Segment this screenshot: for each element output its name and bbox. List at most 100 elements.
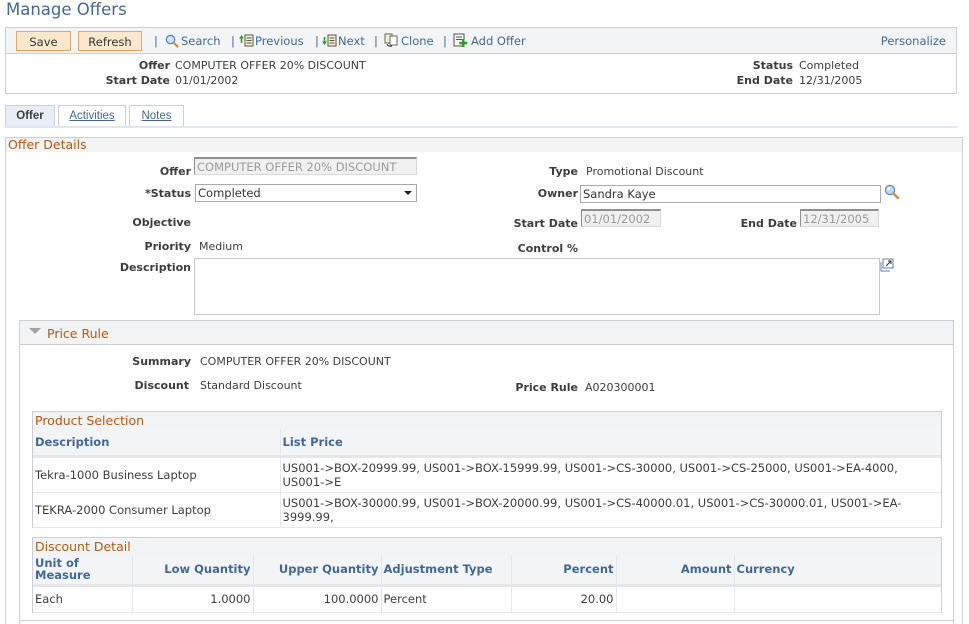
add-offer-link[interactable]: Add Offer	[453, 33, 526, 49]
price-rule-title[interactable]: Price Rule	[47, 327, 109, 341]
product-selection-title: Product Selection	[33, 412, 941, 429]
offer-details-title: Offer Details	[8, 137, 87, 152]
status-dropdown[interactable]: Completed	[195, 184, 417, 202]
refresh-button[interactable]: Refresh	[78, 31, 142, 51]
offer-label: Offer	[159, 165, 191, 178]
tab-activities[interactable]: Activities	[58, 105, 126, 127]
start-date-label: Start Date	[513, 217, 578, 230]
description-label: Description	[119, 261, 191, 274]
priority-value: Medium	[199, 240, 243, 253]
product-list-price-cell: US001->BOX-30000.99, US001->BOX-20000.99…	[280, 492, 941, 528]
add-offer-label: Add Offer	[471, 34, 526, 48]
discount-value: Standard Discount	[200, 379, 302, 392]
priority-label: Priority	[144, 240, 191, 253]
column-header-unit-of-measure[interactable]: Unit of Measure	[33, 555, 133, 587]
status-label: *Status	[145, 187, 191, 200]
price-rule-id-value: A020300001	[585, 381, 656, 394]
objective-label: Objective	[132, 216, 191, 229]
previous-link[interactable]: Previous	[239, 33, 304, 49]
table-header-row: Unit of Measure Low Quantity Upper Quant…	[33, 555, 941, 587]
column-header-percent[interactable]: Percent	[511, 555, 617, 587]
toolbar: Save Refresh | Search | Previous | Next …	[5, 27, 957, 54]
product-selection-table: Description List Price Tekra-1000 Busine…	[33, 429, 941, 528]
expand-textarea-icon[interactable]	[880, 258, 895, 272]
toolbar-separator: |	[315, 34, 319, 48]
personalize-link[interactable]: Personalize	[881, 33, 946, 49]
table-row: Tekra-1000 Business Laptop US001->BOX-20…	[33, 456, 941, 493]
discount-detail-table: Unit of Measure Low Quantity Upper Quant…	[33, 555, 941, 613]
previous-arrow-icon	[239, 34, 254, 47]
lookup-search-icon[interactable]	[884, 184, 900, 200]
clone-icon	[384, 33, 398, 47]
summary-offer-label: Offer	[138, 59, 170, 72]
table-row: Each 1.0000 100.0000 Percent 20.00	[33, 585, 941, 613]
collapse-triangle-icon[interactable]	[29, 328, 41, 334]
column-header-adjustment-type[interactable]: Adjustment Type	[381, 555, 512, 587]
table-row: TEKRA-2000 Consumer Laptop US001->BOX-30…	[33, 492, 941, 528]
toolbar-separator: |	[374, 34, 378, 48]
control-percent-label: Control %	[517, 242, 578, 255]
toolbar-separator: |	[443, 34, 447, 48]
price-rule-id-label: Price Rule	[515, 381, 578, 394]
summary-start-date-label: Start Date	[105, 74, 170, 87]
product-description-cell: TEKRA-2000 Consumer Laptop	[33, 492, 281, 528]
description-textarea[interactable]	[194, 258, 880, 315]
discount-detail-grid: Discount Detail Unit of Measure Low Quan…	[32, 537, 942, 613]
summary-status-label: Status	[752, 59, 793, 72]
next-arrow-icon	[322, 34, 337, 47]
toolbar-separator: |	[231, 34, 235, 48]
search-icon	[165, 34, 179, 48]
column-header-low-quantity[interactable]: Low Quantity	[132, 555, 254, 587]
offer-field[interactable]: COMPUTER OFFER 20% DISCOUNT	[194, 157, 417, 175]
next-link[interactable]: Next	[322, 33, 365, 49]
summary-status-value: Completed	[799, 59, 859, 72]
type-label: Type	[549, 165, 578, 178]
price-rule-bottom-border	[20, 620, 953, 621]
clone-link[interactable]: Clone	[384, 33, 434, 49]
price-rule-header[interactable]	[20, 321, 953, 345]
discount-label: Discount	[134, 379, 189, 392]
end-date-label: End Date	[740, 217, 797, 230]
summary-start-date-value: 01/01/2002	[175, 74, 239, 87]
tab-underline	[5, 126, 957, 128]
column-header-amount[interactable]: Amount	[616, 555, 735, 587]
column-header-currency[interactable]: Currency	[734, 555, 941, 587]
chevron-down-icon	[404, 191, 412, 195]
unit-cell: Each	[33, 585, 133, 613]
table-header-row: Description List Price	[33, 429, 941, 458]
low-quantity-cell: 1.0000	[132, 585, 254, 613]
column-header-upper-quantity[interactable]: Upper Quantity	[253, 555, 382, 587]
tab-notes[interactable]: Notes	[129, 105, 184, 127]
type-value: Promotional Discount	[586, 165, 704, 178]
adjustment-type-cell: Percent	[381, 585, 512, 613]
upper-quantity-cell: 100.0000	[253, 585, 382, 613]
search-label: Search	[181, 34, 221, 48]
status-dropdown-value: Completed	[198, 186, 261, 200]
search-link[interactable]: Search	[165, 33, 221, 49]
start-date-field[interactable]: 01/01/2002	[581, 209, 661, 227]
save-button[interactable]: Save	[16, 31, 71, 51]
offer-details-header	[6, 138, 962, 152]
summary-end-date-label: End Date	[736, 74, 793, 87]
amount-cell	[616, 585, 735, 613]
product-list-price-cell: US001->BOX-20999.99, US001->BOX-15999.99…	[280, 456, 941, 493]
tab-offer[interactable]: Offer	[5, 105, 55, 127]
currency-cell	[734, 585, 941, 613]
summary-end-date-value: 12/31/2005	[799, 74, 863, 87]
add-document-icon	[453, 33, 468, 47]
price-rule-summary-value: COMPUTER OFFER 20% DISCOUNT	[200, 355, 391, 368]
owner-label: Owner	[537, 187, 578, 200]
toolbar-separator: |	[154, 34, 158, 48]
owner-field[interactable]: Sandra Kaye	[580, 185, 881, 203]
price-rule-summary-label: Summary	[132, 355, 191, 368]
column-header-description[interactable]: Description	[33, 429, 281, 458]
next-label: Next	[338, 34, 365, 48]
summary-offer-value: COMPUTER OFFER 20% DISCOUNT	[175, 59, 366, 72]
end-date-field[interactable]: 12/31/2005	[800, 209, 879, 227]
percent-cell: 20.00	[511, 585, 617, 613]
column-header-list-price[interactable]: List Price	[280, 429, 941, 458]
discount-detail-title: Discount Detail	[33, 538, 941, 555]
clone-label: Clone	[401, 34, 434, 48]
product-description-cell: Tekra-1000 Business Laptop	[33, 456, 281, 493]
product-selection-grid: Product Selection Description List Price…	[32, 411, 942, 528]
